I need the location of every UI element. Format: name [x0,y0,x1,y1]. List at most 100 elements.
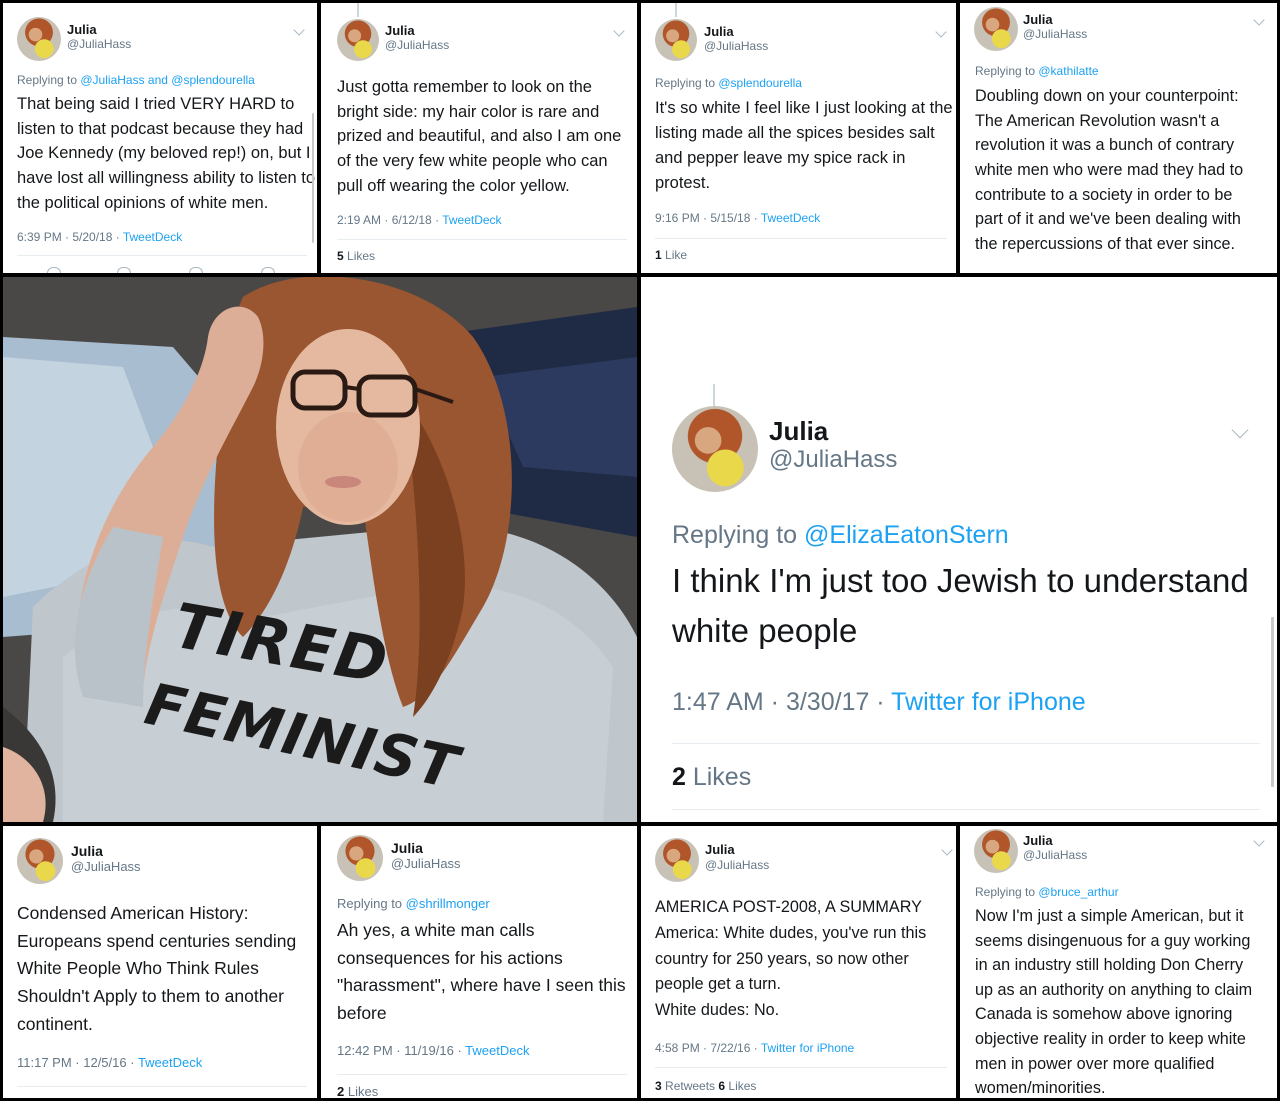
replying-to-link[interactable]: @shrillmonger [406,896,490,911]
thread-line [357,3,359,17]
reply-icon[interactable] [47,267,61,273]
replying-to-link[interactable]: @splendourella [718,76,802,90]
source-link[interactable]: TweetDeck [123,230,182,244]
replying-prefix: Replying to [672,521,805,549]
author-handle[interactable]: @JuliaHass [1023,27,1087,41]
tweet-timestamp: 1:47 AM · 3/30/17 · Twitter for iPhone [672,688,1086,717]
replying-to: Replying to @shrillmonger [337,896,490,911]
author-handle[interactable]: @JuliaHass [71,859,141,874]
author-handle[interactable]: @JuliaHass [769,446,897,474]
source-link[interactable]: TweetDeck [465,1043,529,1058]
replying-to-link[interactable]: @JuliaHass and @splendourella [80,73,254,87]
replying-prefix: Replying to [975,885,1039,899]
tweet-text-line: before [337,1002,387,1023]
author-handle[interactable]: @JuliaHass [705,858,769,872]
author-handle[interactable]: @JuliaHass [704,39,768,53]
source-link[interactable]: TweetDeck [761,211,820,225]
likes-number: 5 [337,249,344,263]
tweet-timestamp: 4:58 PM · 7/22/16 · Twitter for iPhone [655,1041,854,1055]
author-handle[interactable]: @JuliaHass [391,856,461,871]
replying-prefix: Replying to [655,76,719,90]
tweet-text-line: It's so white I feel like I just looking… [655,99,953,117]
avatar[interactable] [17,17,61,61]
chevron-down-icon[interactable] [1253,835,1265,847]
avatar[interactable] [655,19,697,61]
likes-count[interactable]: 2 Likes [672,763,751,792]
tweet-card-7[interactable]: Julia @JuliaHass AMERICA POST-2008, A SU… [641,826,956,1098]
author-name[interactable]: Julia [1023,12,1053,27]
author-name[interactable]: Julia [385,23,415,38]
author-name[interactable]: Julia [704,24,734,39]
author-name[interactable]: Julia [67,22,97,37]
tweet-card-1[interactable]: Julia @JuliaHass Replying to @JuliaHass … [3,3,317,273]
divider [17,255,307,256]
chevron-down-icon[interactable] [1231,421,1249,439]
source-link[interactable]: TweetDeck [442,213,501,227]
tweet-text: That being said I tried VERY HARD to lis… [17,96,315,219]
retweet-icon[interactable] [117,267,131,273]
author-name[interactable]: Julia [705,842,735,857]
author-handle[interactable]: @JuliaHass [67,37,131,51]
tweet-text: Doubling down on your counterpoint: The … [975,88,1243,261]
thread-line [675,3,677,17]
avatar[interactable] [655,838,699,882]
likes-label: Like [661,248,688,262]
tweet-text-line: white people [672,612,858,649]
tweet-text-line: in an industry still holding Don Cherry [975,956,1244,975]
likes-count[interactable]: 2 Likes [337,1084,378,1098]
author-name[interactable]: Julia [1023,833,1053,848]
tweet-card-main[interactable]: Julia @JuliaHass Replying to @ElizaEaton… [641,277,1277,822]
replying-to-link[interactable]: @ElizaEatonStern [804,521,1009,549]
chevron-down-icon[interactable] [935,26,947,38]
avatar[interactable] [17,838,63,884]
chevron-down-icon[interactable] [613,25,625,37]
tweet-card-3[interactable]: Julia @JuliaHass Replying to @splendoure… [641,3,956,273]
author-handle[interactable]: @JuliaHass [1023,848,1087,862]
source-link[interactable]: TweetDeck [138,1055,202,1070]
tweet-text: I think I'm just too Jewish to understan… [672,564,1249,664]
tweet-text-line: the political opinions of white men. [17,193,269,212]
replying-to-link[interactable]: @bruce_arthur [1038,885,1118,899]
selfie-photo: TIRED FEMINIST [3,277,637,822]
tweet-text-line: Ah yes, a white man calls [337,920,535,940]
tweet-timestamp: 2:19 AM · 6/12/18 · TweetDeck [337,213,502,227]
replying-to: Replying to @splendourella [655,76,802,90]
tweet-card-2[interactable]: Julia @JuliaHass Just gotta remember to … [321,3,637,273]
tweet-card-6[interactable]: Julia @JuliaHass Replying to @shrillmong… [321,826,637,1098]
source-link[interactable]: Twitter for iPhone [891,688,1086,716]
avatar[interactable] [337,835,383,881]
scrollbar[interactable] [312,113,314,243]
chevron-down-icon[interactable] [293,24,305,36]
scrollbar[interactable] [1271,617,1274,787]
share-icon[interactable] [261,267,275,273]
author-handle[interactable]: @JuliaHass [385,38,449,52]
likes-label: Likes [344,1084,379,1098]
author-name[interactable]: Julia [391,840,423,856]
likes-number: 1 [655,248,662,262]
tweet-text-line: seems disingenuous for a guy working [975,931,1251,950]
avatar[interactable] [337,19,379,61]
avatar[interactable] [672,406,758,492]
engagement-counts[interactable]: 3 Retweets 6 Likes [655,1079,756,1093]
likes-count[interactable]: 5 Likes [337,249,375,263]
tweet-text-line: AMERICA POST-2008, A SUMMARY [655,898,922,916]
tweet-text-line: bright side: my hair color is rare and [337,102,600,121]
tweet-text-line: contribute to a society in order to be [975,185,1233,204]
avatar[interactable] [974,829,1018,873]
chevron-down-icon[interactable] [941,844,953,856]
likes-count[interactable]: 1 Like [655,248,687,262]
tweet-card-5[interactable]: Julia @JuliaHass Condensed American Hist… [3,826,317,1098]
source-link[interactable]: Twitter for iPhone [761,1041,854,1055]
replying-to: Replying to @ElizaEatonStern [672,521,1009,550]
tweet-text-line: objective reality in order to keep white [975,1029,1246,1048]
like-icon[interactable] [189,267,203,273]
chevron-down-icon[interactable] [1253,14,1265,26]
replying-to-link[interactable]: @kathilatte [1038,64,1098,78]
replying-prefix: Replying to [17,73,81,87]
tweet-card-4[interactable]: Julia @JuliaHass Replying to @kathilatte… [960,3,1277,273]
author-name[interactable]: Julia [71,843,103,859]
tweet-text: Condensed American History: Europeans sp… [17,904,296,1043]
avatar[interactable] [974,7,1018,51]
author-name[interactable]: Julia [769,416,828,447]
tweet-card-8[interactable]: Julia @JuliaHass Replying to @bruce_arth… [960,826,1277,1098]
